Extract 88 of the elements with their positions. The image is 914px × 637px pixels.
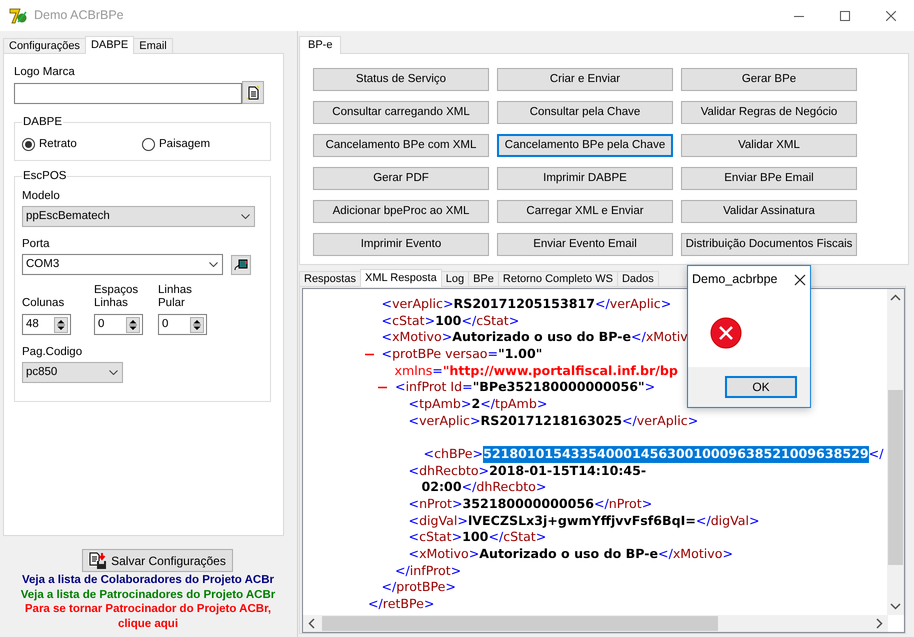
field-label: Espaços Linhas xyxy=(94,284,140,310)
xml-line: <infProt Id="BPe352180000000056"> xyxy=(395,379,656,396)
number-field[interactable]: 0 xyxy=(158,314,207,335)
xml-line: <cStat>100</cStat> xyxy=(382,312,520,330)
action-button[interactable]: Validar XML xyxy=(681,134,857,157)
close-icon[interactable] xyxy=(886,10,896,20)
tab[interactable]: BP-e xyxy=(299,36,342,54)
action-button[interactable]: Enviar Evento Email xyxy=(497,233,673,256)
device-icon xyxy=(234,259,248,270)
action-button[interactable]: Gerar BPe xyxy=(681,68,857,91)
spin-arrows[interactable] xyxy=(190,316,204,332)
field-label: Linhas Pular xyxy=(158,284,193,310)
spin-arrows[interactable] xyxy=(54,316,68,332)
codepage-dropdown[interactable]: pc850 xyxy=(22,362,123,383)
action-button[interactable]: Validar Assinatura xyxy=(681,200,857,223)
field-label: Logo Marca xyxy=(14,66,76,79)
xml-line: <nProt>352180000000056</nProt> xyxy=(408,496,652,513)
app-icon xyxy=(8,6,28,24)
dialog-title: Demo_acbrbpe xyxy=(692,271,778,288)
caret-icon xyxy=(109,370,118,375)
maximize-icon[interactable] xyxy=(840,10,850,20)
xml-line: xmlns="http://www.portalfiscal.inf.br/bp xyxy=(394,362,678,380)
caret-icon xyxy=(209,262,218,267)
radio-label: Retrato xyxy=(39,138,77,151)
xml-line: </retBPe> xyxy=(368,596,434,612)
xml-line: <cStat>100</cStat> xyxy=(408,529,546,546)
xml-line: <xMotivo>Autorizado o uso do BP-e</xMotivo> xyxy=(408,546,733,562)
xml-line: <xMotivo>Autorizado o uso do BP-e</xMotiv xyxy=(382,329,688,346)
document-icon xyxy=(246,86,260,100)
logo-field[interactable] xyxy=(14,83,242,104)
project-link[interactable]: Veja a lista de Patrocinadores do Projeto ACBr xyxy=(17,588,279,602)
number-field[interactable]: 48 xyxy=(22,314,71,335)
action-button[interactable]: Adicionar bpeProc ao XML xyxy=(313,200,489,223)
tab[interactable]: Dados xyxy=(616,271,659,286)
field-label: Pag.Codigo xyxy=(22,346,84,359)
xml-line: </protBPe> xyxy=(382,579,456,596)
caret-icon xyxy=(241,214,250,219)
xml-line: </infProt> xyxy=(395,562,462,580)
action-button[interactable]: Gerar PDF xyxy=(313,167,489,190)
action-button[interactable]: Carregar XML e Enviar xyxy=(497,200,673,223)
window-title: Demo ACBrBPe xyxy=(34,7,124,24)
xml-line: <protBPe versao="1.00" xyxy=(382,346,542,363)
action-button[interactable]: Criar e Enviar xyxy=(497,68,673,91)
tab[interactable]: Retorno Completo WS xyxy=(498,271,618,286)
field-label: Porta xyxy=(22,238,50,251)
port-button[interactable] xyxy=(231,254,251,274)
spin-arrows[interactable] xyxy=(126,316,140,332)
tab[interactable]: Configurações xyxy=(3,38,86,53)
tab[interactable]: XML Resposta xyxy=(360,269,442,287)
xml-line: <digVal>lVECZSLx3j+gwmYffjvvFsf6BqI=</digVal> xyxy=(408,512,760,530)
modelo-dropdown[interactable]: ppEscBematech xyxy=(22,206,255,227)
xml-line: <chBPe>52180101543354000145630010009638521009638529</ xyxy=(424,446,884,463)
error-icon xyxy=(710,317,742,349)
field-label: Modelo xyxy=(22,190,61,203)
action-button[interactable]: Status de Serviço xyxy=(313,68,489,91)
selected-text: 52180101543354000145630010009638521009638529 xyxy=(483,446,869,463)
xml-line: <tpAmb>2</tpAmb> xyxy=(408,396,548,413)
close-icon[interactable] xyxy=(794,274,806,286)
radio-button[interactable] xyxy=(142,138,155,151)
browse-button[interactable] xyxy=(242,81,264,104)
porta-dropdown[interactable]: COM3 xyxy=(22,254,223,275)
radio-button[interactable] xyxy=(22,138,35,151)
action-button[interactable]: Imprimir DABPE xyxy=(497,167,673,190)
number-field[interactable]: 0 xyxy=(94,314,143,335)
project-link[interactable]: Para se tornar Patrocinador do Projeto ACBr, clique aqui xyxy=(17,602,279,631)
xml-line: <verAplic>RS20171205153817</verAplic> xyxy=(382,296,672,313)
tab[interactable]: Email xyxy=(133,38,173,53)
action-button[interactable]: Enviar BPe Email xyxy=(681,167,857,190)
tab[interactable]: DABPE xyxy=(84,36,134,54)
action-button[interactable]: Cancelamento BPe pela Chave xyxy=(497,134,673,157)
radio-label: Paisagem xyxy=(159,138,210,151)
action-button[interactable]: Consultar pela Chave xyxy=(497,101,673,124)
action-button[interactable]: Imprimir Evento xyxy=(313,233,489,256)
ok-button[interactable]: OK xyxy=(725,376,797,398)
action-button[interactable]: Consultar carregando XML xyxy=(313,101,489,124)
save-icon xyxy=(90,552,106,569)
action-button[interactable]: Distribuição Documentos Fiscais xyxy=(681,233,857,256)
save-button[interactable]: Salvar Configurações xyxy=(82,549,233,572)
project-link[interactable]: Veja a lista de Colaboradores do Projeto ACBr xyxy=(17,573,279,588)
xml-line: <verAplic>RS20171218163025</verAplic> xyxy=(408,412,698,430)
horizontal-scrollbar[interactable] xyxy=(303,615,888,632)
vertical-scrollbar[interactable] xyxy=(887,289,904,615)
tab[interactable]: Respostas xyxy=(299,271,361,286)
xml-line: <dhRecbto>2018-01-15T14:10:45- xyxy=(408,462,646,480)
field-label: Colunas xyxy=(22,297,66,310)
action-button[interactable]: Cancelamento BPe com XML xyxy=(313,134,489,157)
action-button[interactable]: Validar Regras de Negócio xyxy=(681,101,857,124)
xml-line: 02:00</dhRecbto> xyxy=(422,479,546,496)
